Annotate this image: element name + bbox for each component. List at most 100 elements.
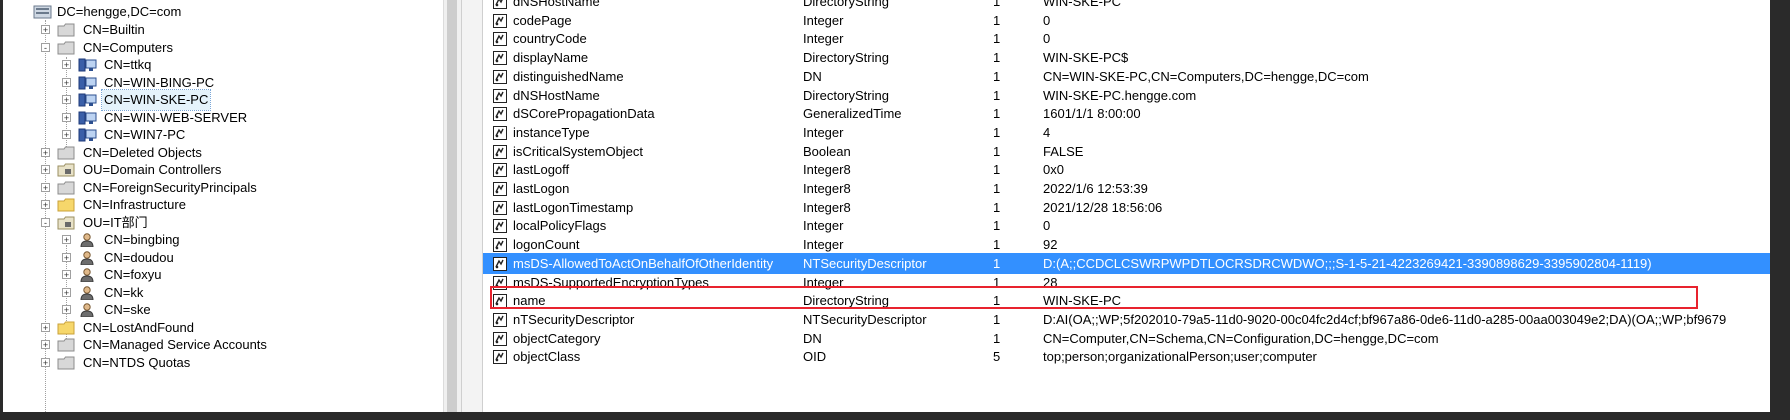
user-icon (78, 268, 97, 283)
attribute-name: objectClass (513, 349, 581, 365)
attribute-syntax: DN (803, 330, 822, 346)
attribute-name: lastLogon (513, 181, 570, 196)
attribute-row[interactable]: lastLogoff Integer8 1 0x0 (483, 159, 1770, 180)
attribute-value: D:(A;;CCDCLCSWRPWPDTLOCRSDRCWDWO;;;S-1-5… (1043, 255, 1652, 271)
attribute-name: isCriticalSystemObject (513, 143, 644, 159)
expand-toggle-icon[interactable]: + (41, 182, 50, 192)
expand-toggle-icon[interactable]: + (62, 252, 71, 262)
attribute-value: WIN-SKE-PC$ (1043, 50, 1129, 66)
attribute-row[interactable]: dNSHostName DirectoryString 1 WIN-SKE-PC (483, 0, 1770, 12)
attribute-name: objectCategory (513, 330, 601, 346)
attribute-name: instanceType (513, 124, 590, 140)
attribute-syntax: Integer (803, 237, 844, 253)
attribute-name: lastLogonTimestamp (513, 199, 634, 215)
attribute-row[interactable]: instanceType Integer 1 4 (483, 122, 1770, 143)
tree-vertical-scrollbar[interactable] (443, 0, 461, 420)
pane-splitter[interactable] (461, 0, 483, 420)
folder-icon (57, 198, 76, 212)
attribute-syntax: Boolean (803, 143, 851, 159)
attribute-row[interactable]: nTSecurityDescriptor NTSecurityDescriptor… (483, 309, 1770, 330)
attribute-name: dNSHostName (513, 0, 600, 9)
attribute-row-selected[interactable]: msDS-AllowedToActOnBehalfOfOtherIdentity… (483, 252, 1770, 274)
attribute-icon (493, 0, 507, 9)
attribute-row[interactable]: dNSHostName DirectoryString 1 WIN-SKE-PC.he… (483, 85, 1770, 106)
container-icon (57, 41, 76, 55)
attribute-value-count: 1 (993, 68, 1001, 84)
user-icon (78, 303, 97, 318)
attribute-icon (493, 312, 507, 327)
attribute-row[interactable]: lastLogon Integer8 1 2022/1/6 12:53:39 (483, 178, 1770, 199)
attribute-value: D:AI(OA;;WP;5f202010-79a5-11d0-9020-00c0… (1043, 311, 1727, 327)
expand-toggle-icon[interactable]: + (62, 270, 71, 280)
expand-toggle-icon[interactable]: + (41, 25, 50, 35)
attribute-name: displayName (513, 50, 589, 66)
expand-toggle-icon[interactable]: + (41, 340, 50, 350)
user-icon (78, 233, 97, 248)
attribute-value-count: 1 (993, 237, 1001, 253)
expand-toggle-icon[interactable]: + (62, 60, 71, 70)
attribute-name: name (513, 293, 546, 309)
attribute-icon (493, 69, 507, 84)
attribute-row[interactable]: name DirectoryString 1 WIN-SKE-PC (483, 290, 1770, 311)
attribute-value-count: 1 (993, 274, 1001, 290)
tree-node-label: CN=NTDS Quotas (83, 354, 191, 370)
attribute-syntax: Integer8 (803, 162, 851, 178)
attribute-row[interactable]: distinguishedName DN 1 CN=WIN-SKE-PC,CN=Com… (483, 66, 1770, 87)
attribute-row[interactable]: logonCount Integer 1 92 (483, 234, 1770, 255)
expand-toggle-icon[interactable]: + (41, 200, 50, 210)
attribute-icon (493, 181, 507, 196)
attribute-row[interactable]: objectClass OID 5 top;person;organizational… (483, 346, 1770, 367)
attribute-syntax: Integer (803, 12, 844, 28)
attribute-name: lastLogoff (513, 162, 570, 178)
attribute-icon (493, 237, 507, 253)
expand-toggle-icon[interactable]: + (62, 287, 71, 297)
attribute-value: 1601/1/1 8:00:00 (1043, 106, 1141, 122)
container-icon (57, 23, 76, 37)
attribute-name: localPolicyFlags (513, 218, 607, 234)
attribute-value: 28 (1043, 274, 1058, 290)
attribute-row[interactable]: codePage Integer 1 0 (483, 10, 1770, 31)
attribute-value-count: 1 (993, 181, 1001, 196)
attribute-icon (493, 331, 507, 346)
attribute-name: codePage (513, 12, 572, 28)
attribute-value: WIN-SKE-PC.hengge.com (1043, 87, 1197, 103)
expand-toggle-icon[interactable]: + (41, 147, 50, 157)
attribute-row[interactable]: lastLogonTimestamp Integer8 1 2021/12/28 18… (483, 197, 1770, 218)
attribute-row[interactable]: msDS-SupportedEncryptionTypes Integer 1 28 (483, 272, 1770, 293)
attribute-row[interactable]: displayName DirectoryString 1 WIN-SKE-PC$ (483, 47, 1770, 68)
attribute-row[interactable]: objectCategory DN 1 CN=Computer,CN=Schema,C… (483, 328, 1770, 349)
attribute-icon (493, 144, 507, 159)
expand-toggle-icon[interactable]: + (62, 77, 71, 87)
attribute-row[interactable]: isCriticalSystemObject Boolean 1 FALSE (483, 141, 1770, 162)
computer-icon (78, 58, 97, 72)
expand-toggle-icon[interactable]: + (62, 130, 71, 140)
expand-toggle-icon[interactable]: + (62, 95, 71, 105)
tree-scrollbar-thumb[interactable] (447, 0, 457, 420)
attribute-row[interactable]: localPolicyFlags Integer 1 0 (483, 215, 1770, 236)
attribute-value-count: 1 (993, 330, 1001, 346)
expand-toggle-icon[interactable]: + (41, 357, 50, 367)
window-right-edge (1770, 0, 1790, 420)
collapse-toggle-icon[interactable]: - (41, 42, 50, 52)
attribute-syntax: Integer8 (803, 199, 851, 215)
attribute-list-pane[interactable]: objectClass OID 5 top;person;organizational… (483, 0, 1770, 420)
directory-tree-pane[interactable]: DC=hengge,DC=com + CN=Builtin - CN=Computers… (3, 0, 443, 420)
expand-toggle-icon[interactable]: + (62, 112, 71, 122)
collapse-toggle-icon[interactable]: - (41, 217, 50, 227)
user-icon (78, 250, 97, 265)
attribute-value-count: 1 (993, 293, 1001, 309)
attribute-value-count: 1 (993, 218, 1001, 234)
attribute-value: CN=WIN-SKE-PC,CN=Computers,DC=hengge,DC=… (1043, 68, 1369, 84)
attribute-value-count: 1 (993, 31, 1001, 47)
expand-toggle-icon[interactable]: + (41, 322, 50, 332)
expand-toggle-icon[interactable]: + (62, 235, 71, 245)
computer-icon (78, 93, 97, 107)
attribute-icon (493, 50, 507, 66)
attribute-syntax: GeneralizedTime (803, 106, 902, 122)
expand-toggle-icon[interactable]: + (41, 165, 50, 175)
attribute-row[interactable]: dSCorePropagationData GeneralizedTime 1 160… (483, 103, 1770, 124)
expand-toggle-icon[interactable]: + (62, 305, 71, 315)
attribute-row[interactable]: countryCode Integer 1 0 (483, 28, 1770, 49)
computer-icon (78, 111, 97, 125)
container-icon (57, 181, 76, 195)
